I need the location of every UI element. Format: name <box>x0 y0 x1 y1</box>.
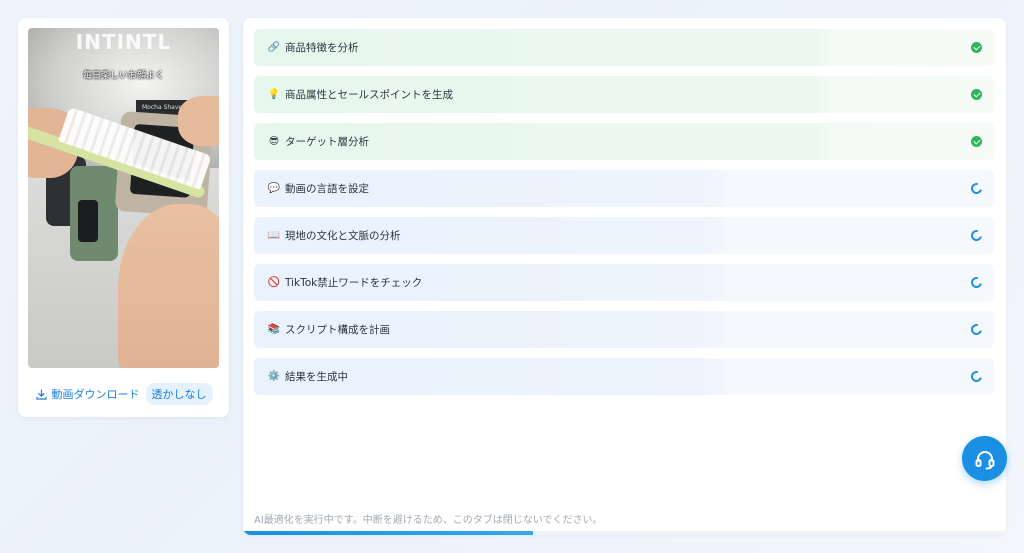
video-thumbnail[interactable]: INTINTL 毎日楽しいお顔よく Mocha Shaver <box>28 28 219 368</box>
step-label: スクリプト構成を計画 <box>285 324 390 336</box>
step-emoji-icon: 😎 <box>268 136 280 147</box>
progress-panel: 🔗 商品特徴を分析 💡 商品属性とセールスポイントを生成 😎 ターゲット層分析 💬 動画の言語… <box>243 18 1006 535</box>
check-icon <box>971 89 982 100</box>
step-label: 商品特徴を分析 <box>285 42 359 54</box>
download-icon <box>35 389 47 400</box>
step-emoji-icon: 💡 <box>267 89 281 100</box>
step-emoji-icon: 📚 <box>267 324 281 335</box>
video-preview-card: INTINTL 毎日楽しいお顔よく Mocha Shaver 動画ダウンロード … <box>18 18 229 417</box>
step-label: TikTok禁止ワードをチェック <box>285 277 423 289</box>
step-row: 📚 スクリプト構成を計画 <box>254 311 994 348</box>
step-emoji-icon: 🔗 <box>267 42 281 53</box>
hand-image <box>118 204 219 368</box>
support-button[interactable] <box>962 436 1007 481</box>
video-caption: 毎日楽しいお顔よく <box>82 71 164 81</box>
progress-fill <box>243 531 533 535</box>
loading-spinner-icon <box>968 227 985 244</box>
loading-spinner-icon <box>968 274 985 291</box>
step-row: 📖 現地の文化と文脈の分析 <box>254 217 994 254</box>
headset-icon <box>975 450 994 469</box>
step-row: 😎 ターゲット層分析 <box>254 123 994 160</box>
download-video-button[interactable]: 動画ダウンロード <box>35 386 140 402</box>
download-label: 動画ダウンロード <box>51 388 140 401</box>
step-label: 動画の言語を設定 <box>285 183 369 195</box>
step-label: 結果を生成中 <box>285 371 348 383</box>
loading-spinner-icon <box>968 180 985 197</box>
step-row: 🔗 商品特徴を分析 <box>254 29 994 66</box>
step-label: 現地の文化と文脈の分析 <box>285 230 401 242</box>
footer-note: AI最適化を実行中です。中断を避けるため、このタブは閉じないでください。 <box>254 515 603 526</box>
step-label: 商品属性とセールスポイントを生成 <box>285 89 453 101</box>
no-watermark-badge: 透かしなし <box>145 383 213 405</box>
step-row: 💡 商品属性とセールスポイントを生成 <box>254 76 994 113</box>
product-image-green <box>70 166 118 261</box>
progress-bar <box>243 531 1006 535</box>
loading-spinner-icon <box>968 321 985 338</box>
download-row: 動画ダウンロード 透かしなし <box>18 383 229 405</box>
step-list: 🔗 商品特徴を分析 💡 商品属性とセールスポイントを生成 😎 ターゲット層分析 💬 動画の言語… <box>254 29 994 405</box>
check-icon <box>971 42 982 53</box>
loading-spinner-icon <box>968 368 985 385</box>
step-emoji-icon: ⚙️ <box>267 371 281 382</box>
step-row: 💬 動画の言語を設定 <box>254 170 994 207</box>
hand-image <box>178 96 219 146</box>
step-emoji-icon: 📖 <box>267 230 281 241</box>
step-emoji-icon: 🚫 <box>267 277 281 288</box>
step-row: ⚙️ 結果を生成中 <box>254 358 994 395</box>
check-icon <box>971 136 982 147</box>
step-label: ターゲット層分析 <box>285 136 369 148</box>
step-emoji-icon: 💬 <box>267 183 281 194</box>
step-row: 🚫 TikTok禁止ワードをチェック <box>254 264 994 301</box>
video-overlay-text: INTINTL <box>75 30 172 52</box>
